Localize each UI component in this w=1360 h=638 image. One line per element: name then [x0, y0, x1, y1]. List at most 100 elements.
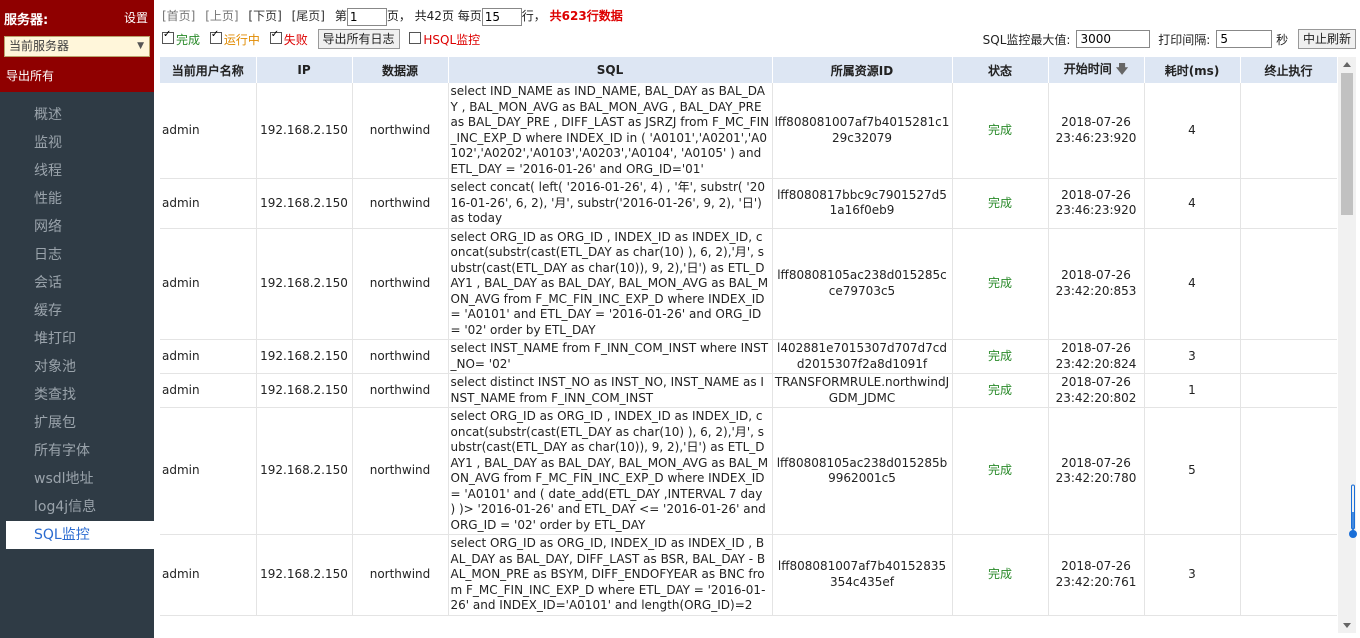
- cell-cost: 4: [1144, 178, 1241, 229]
- cell-status: 完成: [952, 407, 1049, 535]
- interval-input[interactable]: [1216, 30, 1273, 48]
- cell-user: admin: [160, 373, 257, 408]
- cell-status: 完成: [952, 228, 1049, 340]
- stop-refresh-button[interactable]: 中止刷新: [1297, 29, 1356, 49]
- cell-sql: select INST_NAME from F_INN_COM_INST whe…: [448, 339, 773, 374]
- sidebar-item-15[interactable]: log4j信息: [0, 493, 154, 521]
- cell-sql: select concat( left( '2016-01-26', 4) , …: [448, 178, 773, 229]
- scroll-down-icon[interactable]: [1343, 623, 1351, 628]
- cell-sql: select ORG_ID as ORG_ID, INDEX_ID as IND…: [448, 534, 773, 616]
- rows-suffix: 行，: [521, 9, 546, 23]
- cell-resource-id: lff8080817bbc9c7901527d51a16f0eb9: [772, 178, 953, 229]
- interval-unit: 秒: [1276, 32, 1289, 47]
- start-time: 23:42:20:824: [1055, 356, 1137, 371]
- start-date: 2018-07-26: [1061, 341, 1131, 355]
- table-row: admin 192.168.2.150 northwind select IND_NA…: [160, 83, 1337, 179]
- sidebar-item-8[interactable]: 缓存: [0, 297, 154, 325]
- cell-start-time: 2018-07-26 23:42:20:853: [1048, 228, 1145, 340]
- cell-cost: 5: [1144, 407, 1241, 535]
- table-row: admin 192.168.2.150 northwind select distin…: [160, 373, 1337, 408]
- page-suffix: 页，: [386, 9, 411, 23]
- column-header-3: 数据源: [352, 57, 449, 83]
- column-header-1: 当前用户名称: [160, 57, 257, 83]
- scroll-thumb[interactable]: [1341, 73, 1353, 215]
- cell-cost: 3: [1144, 339, 1241, 374]
- cell-ip: 192.168.2.150: [256, 83, 353, 179]
- per-page-input[interactable]: [481, 7, 522, 26]
- sidebar-item-6[interactable]: 日志: [0, 241, 154, 269]
- sidebar-item-3[interactable]: 线程: [0, 157, 154, 185]
- export-logs-button[interactable]: 导出所有日志: [317, 29, 400, 49]
- start-time: 23:42:20:761: [1055, 574, 1137, 589]
- start-time: 23:46:23:920: [1055, 130, 1137, 145]
- table-row: admin 192.168.2.150 northwind select ORG_ID…: [160, 228, 1337, 340]
- sidebar-item-14[interactable]: wsdl地址: [0, 465, 154, 493]
- last-page-link[interactable]: [尾页]: [292, 9, 325, 23]
- sidebar-item-16[interactable]: SQL监控: [6, 521, 154, 549]
- column-header-7[interactable]: 开始时间 🡇: [1048, 57, 1145, 83]
- export-all-link[interactable]: 导出所有: [6, 67, 54, 84]
- server-select[interactable]: 当前服务器 ▼: [4, 36, 150, 57]
- total-rows: 共623行数据: [549, 9, 623, 23]
- column-header-8: 耗时(ms): [1144, 57, 1241, 83]
- sidebar-item-9[interactable]: 堆打印: [0, 325, 154, 353]
- column-header-label: 数据源: [381, 63, 418, 78]
- cell-ip: 192.168.2.150: [256, 534, 353, 616]
- column-header-9: 终止执行: [1240, 57, 1337, 83]
- sidebar-item-5[interactable]: 网络: [0, 213, 154, 241]
- scroll-up-icon[interactable]: [1343, 62, 1351, 67]
- sort-desc-icon[interactable]: 🡇: [1112, 62, 1128, 76]
- start-date: 2018-07-26: [1061, 268, 1131, 283]
- sidebar-item-2[interactable]: 监视: [0, 129, 154, 157]
- cell-user: admin: [160, 339, 257, 374]
- failed-checkbox[interactable]: [269, 29, 282, 44]
- settings-link[interactable]: 设置: [124, 9, 148, 26]
- toolbar: 完成 运行中 失败 导出所有日志 HSQL监控 SQL监控最大值: 打印间隔: …: [162, 29, 1356, 50]
- hsql-checkbox[interactable]: [409, 32, 422, 44]
- page-number-input[interactable]: [346, 7, 387, 26]
- column-header-label: 终止执行: [1264, 63, 1313, 78]
- cell-cost: 3: [1144, 534, 1241, 616]
- cell-cost: 1: [1144, 373, 1241, 408]
- next-page-link[interactable]: [下页]: [248, 9, 281, 23]
- sidebar-item-12[interactable]: 扩展包: [0, 409, 154, 437]
- sidebar-item-4[interactable]: 性能: [0, 185, 154, 213]
- cell-datasource: northwind: [352, 407, 449, 535]
- table-header-row: 当前用户名称 IP 数据源 SQL 所属资源ID 状态 开始时间 🡇 耗时(ms) 终止执行: [160, 57, 1337, 83]
- cell-start-time: 2018-07-26 23:46:23:920: [1048, 83, 1145, 179]
- total-pages: 共42页: [414, 9, 454, 23]
- cell-terminate: [1240, 373, 1337, 408]
- done-checkbox[interactable]: [162, 29, 174, 44]
- column-header-label: 当前用户名称: [171, 63, 244, 78]
- cell-start-time: 2018-07-26 23:42:20:802: [1048, 373, 1145, 408]
- pager: [首页] [上页] [下页] [尾页] 第 页， 共42页 每页 行， 共623行数…: [162, 6, 623, 26]
- column-header-label: SQL: [596, 63, 624, 77]
- max-value-input[interactable]: [1076, 30, 1151, 48]
- start-time: 23:42:20:780: [1055, 471, 1137, 485]
- cell-datasource: northwind: [352, 228, 449, 340]
- start-date: 2018-07-26: [1061, 187, 1131, 202]
- toolbar-right: SQL监控最大值: 打印间隔: 秒 中止刷新: [983, 29, 1356, 49]
- cell-datasource: northwind: [352, 178, 449, 229]
- cell-start-time: 2018-07-26 23:42:20:780: [1048, 407, 1145, 535]
- start-date: 2018-07-26: [1061, 559, 1131, 574]
- sidebar-item-11[interactable]: 类查找: [0, 381, 154, 409]
- first-page-link[interactable]: [首页]: [162, 9, 195, 23]
- vertical-scrollbar[interactable]: [1338, 57, 1356, 633]
- start-time: 23:42:20:802: [1055, 390, 1137, 405]
- cell-ip: 192.168.2.150: [256, 407, 353, 535]
- sidebar-item-7[interactable]: 会话: [0, 269, 154, 297]
- column-header-6: 状态: [952, 57, 1049, 83]
- sidebar-item-10[interactable]: 对象池: [0, 353, 154, 381]
- sidebar-item-13[interactable]: 所有字体: [0, 437, 154, 465]
- cell-cost: 4: [1144, 228, 1241, 340]
- column-header-label: 耗时(ms): [1164, 63, 1220, 78]
- cell-resource-id: lff80808105ac238d015285b9962001c5: [772, 407, 953, 535]
- running-label: 运行中: [223, 32, 260, 47]
- sidebar-item-1[interactable]: 概述: [0, 101, 154, 129]
- table-row: admin 192.168.2.150 northwind select ORG_ID…: [160, 407, 1337, 535]
- prev-page-link[interactable]: [上页]: [205, 9, 238, 23]
- cell-sql: select distinct INST_NO as INST_NO, INST…: [448, 373, 773, 408]
- cell-terminate: [1240, 178, 1337, 229]
- running-checkbox[interactable]: [209, 29, 222, 44]
